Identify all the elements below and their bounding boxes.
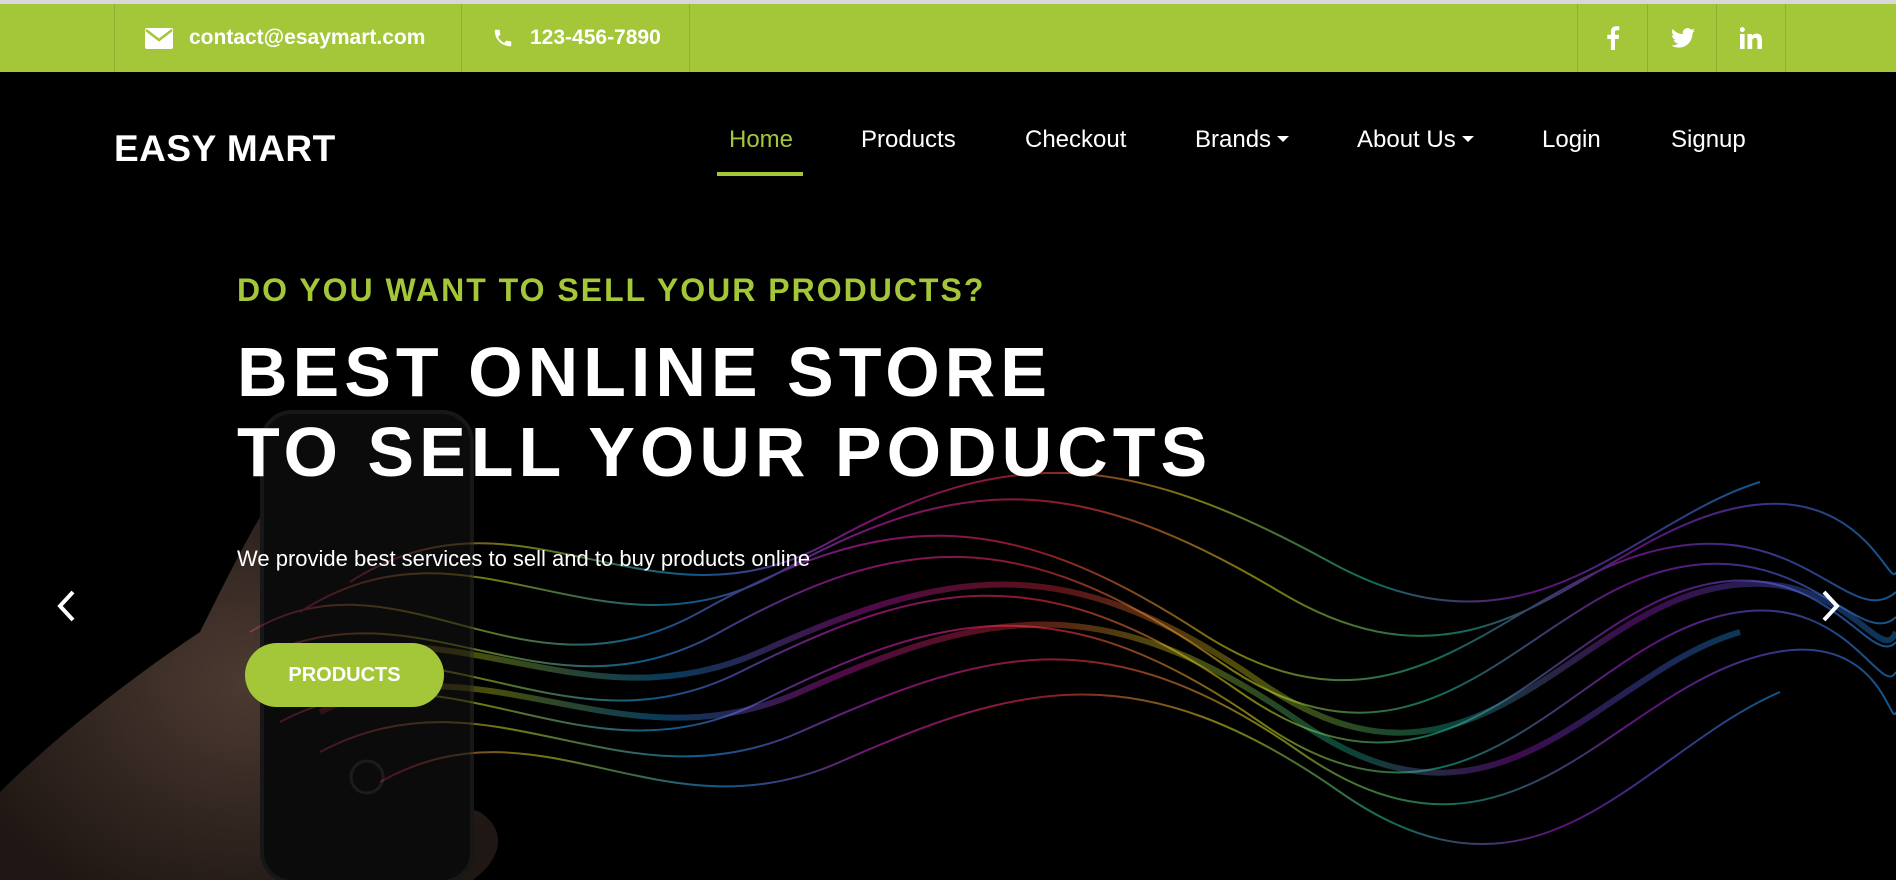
nav-active-indicator bbox=[717, 172, 803, 176]
products-button[interactable]: PRODUCTS bbox=[245, 643, 444, 707]
nav-brands-label: Brands bbox=[1195, 126, 1272, 153]
nav-about-us-label: About Us bbox=[1357, 126, 1456, 153]
nav-brands[interactable]: Brands bbox=[1195, 126, 1290, 154]
twitter-link[interactable] bbox=[1647, 4, 1717, 72]
carousel-prev-button[interactable] bbox=[46, 584, 86, 628]
nav-checkout[interactable]: Checkout bbox=[1025, 126, 1126, 154]
carousel-next-button[interactable] bbox=[1811, 584, 1851, 628]
phone-icon bbox=[494, 29, 512, 47]
caret-down-icon bbox=[1277, 135, 1290, 142]
chevron-left-icon bbox=[57, 590, 75, 622]
linkedin-link[interactable] bbox=[1716, 4, 1786, 72]
email-text: contact@esaymart.com bbox=[189, 26, 426, 49]
hero-title-line1: BEST ONLINE STORE bbox=[237, 333, 1052, 411]
twitter-icon bbox=[1670, 28, 1695, 48]
top-contact-bar: contact@esaymart.com 123-456-7890 bbox=[0, 4, 1896, 72]
hero-title-line2: TO SELL YOUR PODUCTS bbox=[237, 413, 1213, 491]
nav-home[interactable]: Home bbox=[729, 126, 793, 154]
hero-pretitle: DO YOU WANT TO SELL YOUR PRODUCTS? bbox=[237, 272, 986, 308]
site-logo[interactable]: EASY MART bbox=[114, 128, 336, 170]
nav-login[interactable]: Login bbox=[1542, 126, 1601, 154]
facebook-icon bbox=[1606, 26, 1619, 50]
envelope-icon bbox=[145, 27, 173, 49]
caret-down-icon bbox=[1461, 135, 1474, 142]
linkedin-icon bbox=[1740, 27, 1762, 49]
facebook-link[interactable] bbox=[1577, 4, 1647, 72]
phone-contact[interactable]: 123-456-7890 bbox=[461, 4, 690, 72]
hero-description: We provide best services to sell and to … bbox=[237, 546, 811, 571]
phone-text: 123-456-7890 bbox=[530, 26, 661, 49]
nav-signup[interactable]: Signup bbox=[1671, 126, 1746, 154]
chevron-right-icon bbox=[1822, 590, 1840, 622]
email-contact[interactable]: contact@esaymart.com bbox=[114, 4, 461, 72]
nav-about-us[interactable]: About Us bbox=[1357, 126, 1474, 154]
nav-products[interactable]: Products bbox=[861, 126, 956, 154]
